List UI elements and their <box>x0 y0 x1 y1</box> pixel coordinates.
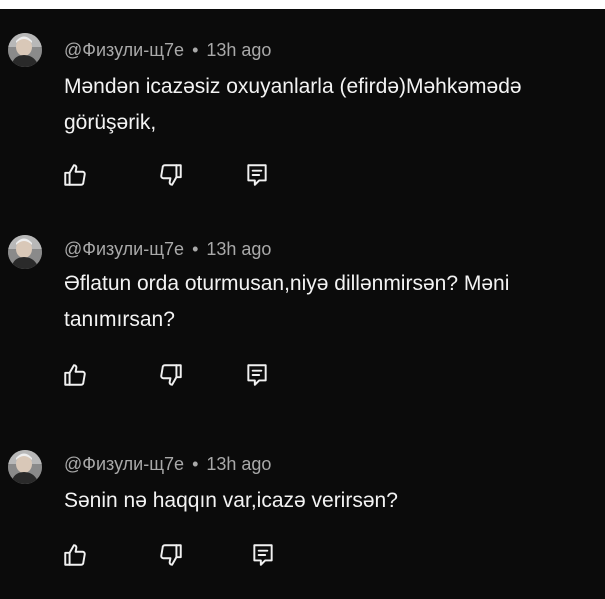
like-button[interactable] <box>62 542 88 568</box>
comment-author[interactable]: @Физули-щ7е <box>64 239 184 259</box>
comment-text-line: görüşərik, <box>64 111 157 134</box>
dislike-button[interactable] <box>158 162 184 188</box>
comment-text: Sənin nə haqqın var,icazə verirsən? <box>64 483 604 519</box>
avatar[interactable] <box>8 33 42 67</box>
thumbs-up-icon <box>64 364 86 386</box>
comment-text-line: Əflatun orda oturmusan,niyə dillənmirsən… <box>64 272 510 295</box>
comment-meta: @Физули-щ7е • 13h ago <box>64 239 271 260</box>
reply-button[interactable] <box>244 162 270 188</box>
reply-icon <box>247 164 267 186</box>
avatar[interactable] <box>8 450 42 484</box>
comment-text-line: Sənin nə haqqın var,icazə verirsən? <box>64 489 398 512</box>
avatar[interactable] <box>8 235 42 269</box>
meta-separator: • <box>192 239 199 259</box>
thumbs-down-icon <box>160 544 182 566</box>
comment-meta: @Физули-щ7е • 13h ago <box>64 454 271 475</box>
comment-author[interactable]: @Физули-щ7е <box>64 40 184 60</box>
comment-text: Məndən icazəsiz oxuyanlarla (efirdə)Məhk… <box>64 69 604 141</box>
meta-separator: • <box>192 454 199 474</box>
thumbs-up-icon <box>64 544 86 566</box>
comment-time: 13h ago <box>206 239 272 259</box>
thumbs-up-icon <box>64 164 86 186</box>
comment-time: 13h ago <box>206 454 272 474</box>
like-button[interactable] <box>62 162 88 188</box>
comment-text-line: Məndən icazəsiz oxuyanlarla (efirdə)Məhk… <box>64 75 522 98</box>
meta-separator: • <box>192 40 199 60</box>
reply-icon <box>247 364 267 386</box>
comment-time: 13h ago <box>206 40 272 60</box>
reply-button[interactable] <box>244 362 270 388</box>
comment-text: Əflatun orda oturmusan,niyə dillənmirsən… <box>64 266 604 338</box>
reply-icon <box>253 544 273 566</box>
comment-author[interactable]: @Физули-щ7е <box>64 454 184 474</box>
dislike-button[interactable] <box>158 542 184 568</box>
comment-meta: @Физули-щ7е • 13h ago <box>64 40 271 61</box>
like-button[interactable] <box>62 362 88 388</box>
thumbs-down-icon <box>160 164 182 186</box>
dislike-button[interactable] <box>158 362 184 388</box>
comment-text-line: tanımırsan? <box>64 308 175 331</box>
top-edge-bar <box>0 0 605 9</box>
reply-button[interactable] <box>250 542 276 568</box>
thumbs-down-icon <box>160 364 182 386</box>
